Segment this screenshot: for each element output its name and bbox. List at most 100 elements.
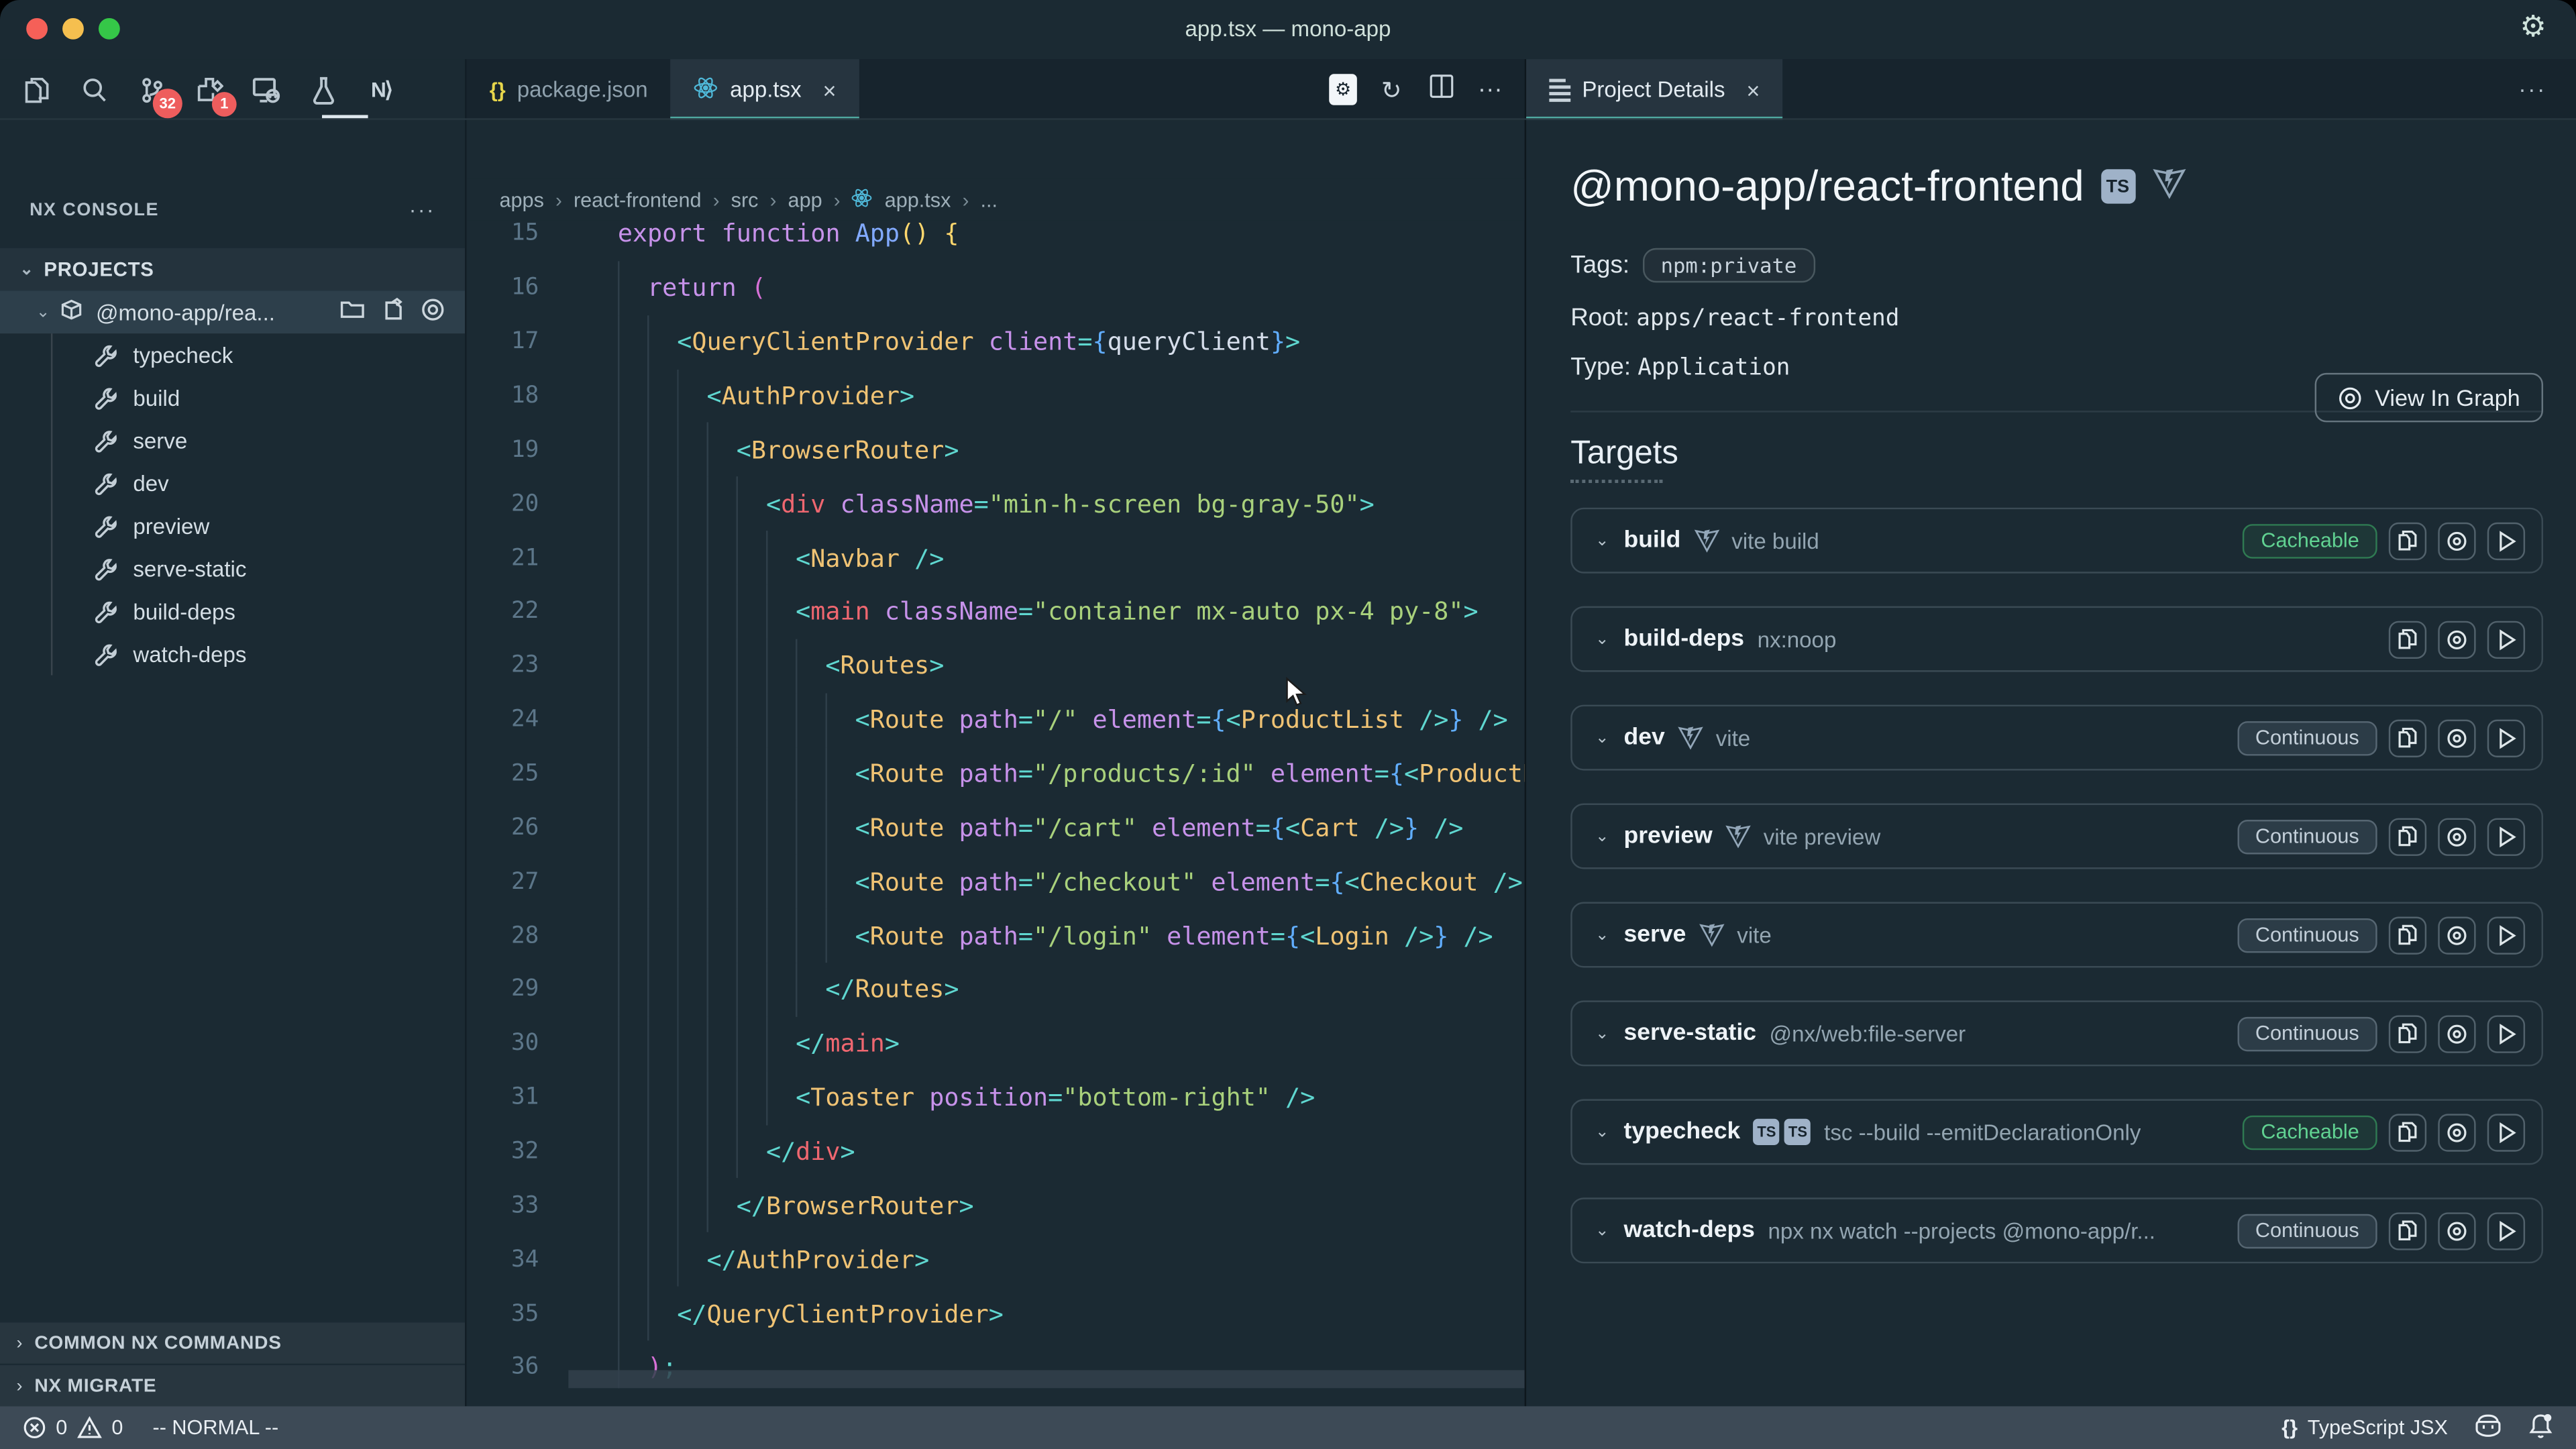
nx-migrate-section[interactable]: › NX MIGRATE: [0, 1365, 465, 1406]
code-line[interactable]: 25<Route path="/products/:id" element={<…: [467, 747, 1525, 800]
code-line[interactable]: 35</QueryClientProvider>: [467, 1287, 1525, 1340]
sidebar-more-icon[interactable]: ···: [409, 197, 435, 222]
tab-app-tsx[interactable]: app.tsx ×: [671, 59, 859, 120]
sidebar-project-row[interactable]: ⌄ @mono-app/rea...: [0, 290, 465, 333]
run-target-play-icon[interactable]: [2487, 1014, 2525, 1052]
sidebar-target-item[interactable]: typecheck: [0, 333, 465, 376]
copy-icon[interactable]: [2389, 1212, 2426, 1249]
split-editor-icon[interactable]: [1426, 74, 1456, 105]
target-graph-icon[interactable]: [421, 297, 445, 327]
open-project-details-icon[interactable]: ⚙: [1329, 74, 1357, 105]
extensions-icon[interactable]: 1: [191, 72, 227, 108]
tab-project-details[interactable]: Project Details ×: [1526, 59, 1783, 120]
copy-icon[interactable]: [2389, 1113, 2426, 1150]
settings-gear-icon[interactable]: ⚙: [2520, 10, 2546, 44]
code-line[interactable]: 34</AuthProvider>: [467, 1233, 1525, 1287]
target-row[interactable]: ⌄ dev vite Continuous: [1570, 705, 2543, 771]
breadcrumb-item[interactable]: apps: [499, 188, 543, 211]
sidebar-target-item[interactable]: preview: [0, 504, 465, 547]
copy-icon[interactable]: [2389, 620, 2426, 657]
edit-file-icon[interactable]: [381, 297, 404, 327]
remote-explorer-icon[interactable]: [248, 72, 284, 108]
code-line[interactable]: 22<main className="container mx-auto px-…: [467, 585, 1525, 639]
code-line[interactable]: 31<Toaster position="bottom-right" />: [467, 1071, 1525, 1124]
tab-package-json[interactable]: {} package.json: [467, 59, 671, 120]
target-row[interactable]: ⌄ build-deps nx:noop: [1570, 606, 2543, 672]
breadcrumb-item[interactable]: src: [731, 188, 759, 211]
run-target-play-icon[interactable]: [2487, 817, 2525, 855]
sidebar-target-item[interactable]: watch-deps: [0, 633, 465, 676]
view-target-icon[interactable]: [2438, 620, 2475, 657]
code-line[interactable]: 15export function App() {: [467, 220, 1525, 261]
code-line[interactable]: 29</Routes>: [467, 963, 1525, 1016]
copy-icon[interactable]: [2389, 522, 2426, 559]
code-line[interactable]: 20<div className="min-h-screen bg-gray-5…: [467, 477, 1525, 531]
target-row[interactable]: ⌄ serve vite Continuous: [1570, 902, 2543, 967]
search-icon[interactable]: [76, 72, 112, 108]
nx-console-icon[interactable]: N⟩: [363, 72, 399, 108]
run-target-play-icon[interactable]: [2487, 916, 2525, 953]
common-nx-commands-section[interactable]: › COMMON NX COMMANDS: [0, 1322, 465, 1363]
code-line[interactable]: 16return (: [467, 261, 1525, 315]
target-row[interactable]: ⌄ build vite build Cacheable: [1570, 508, 2543, 574]
code-line[interactable]: 18<AuthProvider>: [467, 369, 1525, 423]
copy-icon[interactable]: [2389, 1014, 2426, 1052]
code-line[interactable]: 33</BrowserRouter>: [467, 1179, 1525, 1232]
sidebar-target-item[interactable]: dev: [0, 462, 465, 504]
code-area[interactable]: 15export function App() {16return (17<Qu…: [467, 220, 1525, 1388]
view-in-graph-button[interactable]: View In Graph: [2314, 373, 2543, 422]
run-target-play-icon[interactable]: [2487, 1113, 2525, 1150]
run-target-play-icon[interactable]: [2487, 718, 2525, 756]
notifications-bell-icon[interactable]: [2528, 1412, 2553, 1444]
breadcrumb-item[interactable]: react-frontend: [574, 188, 702, 211]
language-mode[interactable]: {} TypeScript JSX: [2282, 1416, 2448, 1439]
breadcrumb-item[interactable]: ...: [981, 188, 998, 211]
view-target-icon[interactable]: [2438, 1212, 2475, 1249]
close-tab-icon[interactable]: ×: [1746, 76, 1760, 103]
code-line[interactable]: 23<Routes>: [467, 639, 1525, 692]
run-target-play-icon[interactable]: [2487, 522, 2525, 559]
target-row[interactable]: ⌄ serve-static @nx/web:file-server Conti…: [1570, 1000, 2543, 1066]
view-target-icon[interactable]: [2438, 522, 2475, 559]
refresh-icon[interactable]: ↻: [1377, 74, 1406, 104]
run-target-play-icon[interactable]: [2487, 620, 2525, 657]
code-line[interactable]: 27<Route path="/checkout" element={<Chec…: [467, 855, 1525, 908]
code-line[interactable]: 26<Route path="/cart" element={<Cart />}…: [467, 801, 1525, 855]
folder-icon[interactable]: [340, 297, 365, 327]
code-line[interactable]: 17<QueryClientProvider client={queryClie…: [467, 315, 1525, 369]
sidebar-target-item[interactable]: build: [0, 376, 465, 419]
view-target-icon[interactable]: [2438, 916, 2475, 953]
sidebar-target-item[interactable]: serve: [0, 419, 465, 462]
sidebar-target-item[interactable]: build-deps: [0, 590, 465, 633]
code-line[interactable]: 21<Navbar />: [467, 531, 1525, 584]
horizontal-scrollbar[interactable]: [568, 1370, 1524, 1388]
code-line[interactable]: 32</div>: [467, 1125, 1525, 1179]
code-line[interactable]: 30</main>: [467, 1017, 1525, 1071]
problems-indicator[interactable]: 0 0: [23, 1416, 123, 1439]
testing-beaker-icon[interactable]: [306, 72, 342, 108]
copy-icon[interactable]: [2389, 916, 2426, 953]
code-line[interactable]: 24<Route path="/" element={<ProductList …: [467, 693, 1525, 747]
code-line[interactable]: 28<Route path="/login" element={<Login /…: [467, 909, 1525, 963]
close-tab-icon[interactable]: ×: [823, 76, 837, 103]
target-row[interactable]: ⌄ preview vite preview Continuous: [1570, 804, 2543, 869]
breadcrumb-item[interactable]: app: [788, 188, 822, 211]
source-control-icon[interactable]: 32: [133, 72, 169, 108]
breadcrumb-item[interactable]: app.tsx: [885, 188, 951, 211]
panel-more-actions-icon[interactable]: ···: [2518, 76, 2546, 102]
view-target-icon[interactable]: [2438, 1014, 2475, 1052]
projects-section-header[interactable]: ⌄ PROJECTS: [0, 248, 465, 291]
copy-icon[interactable]: [2389, 817, 2426, 855]
view-target-icon[interactable]: [2438, 817, 2475, 855]
view-target-icon[interactable]: [2438, 718, 2475, 756]
target-row[interactable]: ⌄ typecheck TSTS tsc --build --emitDecla…: [1570, 1099, 2543, 1165]
explorer-icon[interactable]: [18, 72, 54, 108]
view-target-icon[interactable]: [2438, 1113, 2475, 1150]
copy-icon[interactable]: [2389, 718, 2426, 756]
editor-more-actions-icon[interactable]: ···: [1475, 76, 1505, 104]
run-target-play-icon[interactable]: [2487, 1212, 2525, 1249]
code-line[interactable]: 19<BrowserRouter>: [467, 423, 1525, 476]
vim-mode-indicator[interactable]: -- NORMAL --: [153, 1416, 279, 1439]
target-row[interactable]: ⌄ watch-deps npx nx watch --projects @mo…: [1570, 1197, 2543, 1263]
sidebar-target-item[interactable]: serve-static: [0, 547, 465, 590]
